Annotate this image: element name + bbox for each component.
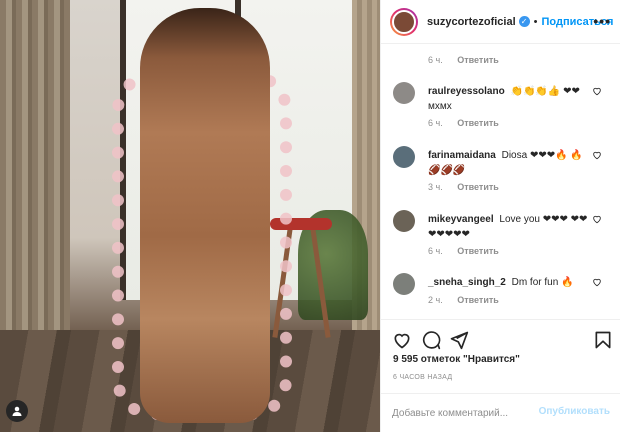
commenter-avatar[interactable] xyxy=(393,273,415,295)
comment-time: 3 ч. xyxy=(428,182,443,192)
comment-text: _sneha_singh_2 Dm for fun 🔥 xyxy=(428,275,588,290)
comment-icon[interactable] xyxy=(421,330,441,350)
user-icon xyxy=(12,406,22,416)
comment-meta: 2 ч. Ответить xyxy=(428,295,499,305)
post-timestamp: 6 ЧАСОВ НАЗАД xyxy=(393,374,453,381)
header-separator: • xyxy=(533,15,538,28)
comment-time: 6 ч. xyxy=(428,55,443,65)
reply-button[interactable]: Ответить xyxy=(457,182,499,192)
photo-figure xyxy=(140,8,270,423)
heart-icon[interactable] xyxy=(592,86,602,96)
reply-button[interactable]: Ответить xyxy=(457,55,499,65)
heart-icon[interactable] xyxy=(592,277,602,287)
more-options-icon[interactable]: ••• xyxy=(593,13,611,29)
reply-button[interactable]: Ответить xyxy=(457,118,499,128)
previous-comment-meta: 6 ч. Ответить xyxy=(428,55,499,65)
post-header: suzycortezoficial ✓ • Подписаться ••• xyxy=(381,0,620,44)
author-username[interactable]: suzycortezoficial xyxy=(427,16,516,28)
author-avatar[interactable] xyxy=(390,7,418,36)
post-modal: suzycortezoficial ✓ • Подписаться ••• 6 … xyxy=(0,0,620,432)
heart-icon[interactable] xyxy=(392,330,412,350)
publish-button[interactable]: Опубликовать xyxy=(539,406,610,417)
comment-body: Dm for fun 🔥 xyxy=(511,277,574,288)
commenter-username[interactable]: raulreyessolano xyxy=(428,86,505,97)
comment-text: mikeyvangeel Love you ❤❤❤ ❤❤❤❤❤❤❤ xyxy=(428,212,588,242)
likes-count[interactable]: 9 595 отметок "Нравится" xyxy=(393,354,520,365)
comment-time: 6 ч. xyxy=(428,246,443,256)
commenter-username[interactable]: farinamaidana xyxy=(428,150,496,161)
comment-meta: 3 ч. Ответить xyxy=(428,182,499,192)
user-tag-button[interactable] xyxy=(6,400,28,422)
comment-text: raulreyessolano 👏👏👏👍 ❤❤мхмх xyxy=(428,84,588,114)
heart-icon[interactable] xyxy=(592,150,602,160)
comment-text: farinamaidana Diosa ❤❤❤🔥 🔥🏈🏈🏈 xyxy=(428,148,588,178)
commenter-avatar[interactable] xyxy=(393,210,415,232)
comment-input[interactable] xyxy=(392,404,532,422)
comment-time: 2 ч. xyxy=(428,295,443,305)
comments-list[interactable]: 6 ч. Ответить raulreyessolano 👏👏👏👍 ❤❤мхм… xyxy=(381,44,620,319)
commenter-avatar[interactable] xyxy=(393,82,415,104)
add-comment-bar: Опубликовать xyxy=(381,393,620,432)
reply-button[interactable]: Ответить xyxy=(457,246,499,256)
commenter-username[interactable]: mikeyvangeel xyxy=(428,214,494,225)
post-sidebar: suzycortezoficial ✓ • Подписаться ••• 6 … xyxy=(380,0,620,432)
post-photo[interactable] xyxy=(0,0,380,432)
comment-time: 6 ч. xyxy=(428,118,443,128)
comment-meta: 6 ч. Ответить xyxy=(428,118,499,128)
verified-badge-icon: ✓ xyxy=(518,16,530,27)
reply-button[interactable]: Ответить xyxy=(457,295,499,305)
commenter-username[interactable]: _sneha_singh_2 xyxy=(428,277,506,288)
comment-meta: 6 ч. Ответить xyxy=(428,246,499,256)
photo-curtain-left xyxy=(0,0,70,380)
paper-plane-icon[interactable] xyxy=(449,330,469,350)
heart-icon[interactable] xyxy=(592,214,602,224)
commenter-avatar[interactable] xyxy=(393,146,415,168)
bookmark-icon[interactable] xyxy=(593,330,613,350)
